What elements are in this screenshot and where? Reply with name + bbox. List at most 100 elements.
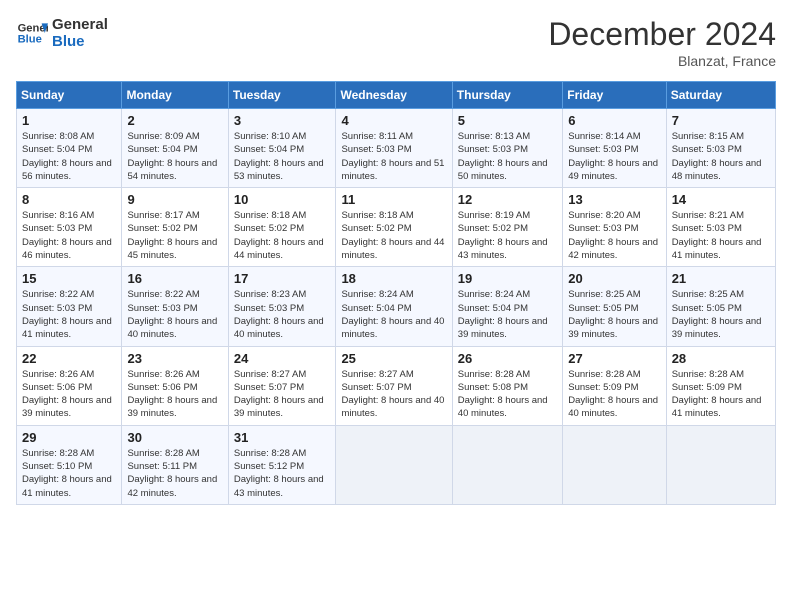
- day-info: Sunrise: 8:10 AMSunset: 5:04 PMDaylight:…: [234, 130, 331, 183]
- calendar-cell: 2 Sunrise: 8:09 AMSunset: 5:04 PMDayligh…: [122, 109, 228, 188]
- calendar-week-2: 8 Sunrise: 8:16 AMSunset: 5:03 PMDayligh…: [17, 188, 776, 267]
- calendar-cell: 23 Sunrise: 8:26 AMSunset: 5:06 PMDaylig…: [122, 346, 228, 425]
- calendar-cell: [452, 425, 562, 504]
- logo-general: General: [52, 16, 108, 33]
- calendar-cell: [563, 425, 666, 504]
- day-info: Sunrise: 8:08 AMSunset: 5:04 PMDaylight:…: [22, 130, 116, 183]
- calendar-cell: 22 Sunrise: 8:26 AMSunset: 5:06 PMDaylig…: [17, 346, 122, 425]
- day-number: 8: [22, 192, 116, 207]
- calendar-cell: 31 Sunrise: 8:28 AMSunset: 5:12 PMDaylig…: [228, 425, 336, 504]
- day-number: 18: [341, 271, 446, 286]
- calendar-cell: 24 Sunrise: 8:27 AMSunset: 5:07 PMDaylig…: [228, 346, 336, 425]
- day-info: Sunrise: 8:19 AMSunset: 5:02 PMDaylight:…: [458, 209, 557, 262]
- logo-icon: General Blue: [16, 17, 48, 49]
- calendar-cell: 13 Sunrise: 8:20 AMSunset: 5:03 PMDaylig…: [563, 188, 666, 267]
- day-number: 7: [672, 113, 770, 128]
- day-number: 1: [22, 113, 116, 128]
- day-info: Sunrise: 8:17 AMSunset: 5:02 PMDaylight:…: [127, 209, 222, 262]
- day-number: 12: [458, 192, 557, 207]
- calendar-cell: 29 Sunrise: 8:28 AMSunset: 5:10 PMDaylig…: [17, 425, 122, 504]
- day-number: 9: [127, 192, 222, 207]
- day-info: Sunrise: 8:09 AMSunset: 5:04 PMDaylight:…: [127, 130, 222, 183]
- calendar-cell: 11 Sunrise: 8:18 AMSunset: 5:02 PMDaylig…: [336, 188, 452, 267]
- col-sunday: Sunday: [17, 82, 122, 109]
- svg-text:Blue: Blue: [18, 34, 42, 46]
- day-number: 6: [568, 113, 660, 128]
- day-number: 13: [568, 192, 660, 207]
- day-number: 23: [127, 351, 222, 366]
- day-info: Sunrise: 8:22 AMSunset: 5:03 PMDaylight:…: [127, 288, 222, 341]
- day-info: Sunrise: 8:25 AMSunset: 5:05 PMDaylight:…: [672, 288, 770, 341]
- day-number: 19: [458, 271, 557, 286]
- day-number: 11: [341, 192, 446, 207]
- col-monday: Monday: [122, 82, 228, 109]
- calendar-cell: 26 Sunrise: 8:28 AMSunset: 5:08 PMDaylig…: [452, 346, 562, 425]
- day-info: Sunrise: 8:28 AMSunset: 5:09 PMDaylight:…: [568, 368, 660, 421]
- day-info: Sunrise: 8:18 AMSunset: 5:02 PMDaylight:…: [234, 209, 331, 262]
- calendar-cell: 10 Sunrise: 8:18 AMSunset: 5:02 PMDaylig…: [228, 188, 336, 267]
- calendar-cell: 18 Sunrise: 8:24 AMSunset: 5:04 PMDaylig…: [336, 267, 452, 346]
- calendar-cell: 6 Sunrise: 8:14 AMSunset: 5:03 PMDayligh…: [563, 109, 666, 188]
- calendar-cell: 30 Sunrise: 8:28 AMSunset: 5:11 PMDaylig…: [122, 425, 228, 504]
- col-friday: Friday: [563, 82, 666, 109]
- day-info: Sunrise: 8:27 AMSunset: 5:07 PMDaylight:…: [234, 368, 331, 421]
- calendar-week-3: 15 Sunrise: 8:22 AMSunset: 5:03 PMDaylig…: [17, 267, 776, 346]
- day-number: 30: [127, 430, 222, 445]
- calendar-cell: 3 Sunrise: 8:10 AMSunset: 5:04 PMDayligh…: [228, 109, 336, 188]
- calendar-week-5: 29 Sunrise: 8:28 AMSunset: 5:10 PMDaylig…: [17, 425, 776, 504]
- calendar-cell: [666, 425, 775, 504]
- col-tuesday: Tuesday: [228, 82, 336, 109]
- day-info: Sunrise: 8:13 AMSunset: 5:03 PMDaylight:…: [458, 130, 557, 183]
- day-info: Sunrise: 8:11 AMSunset: 5:03 PMDaylight:…: [341, 130, 446, 183]
- day-info: Sunrise: 8:24 AMSunset: 5:04 PMDaylight:…: [458, 288, 557, 341]
- calendar-cell: 7 Sunrise: 8:15 AMSunset: 5:03 PMDayligh…: [666, 109, 775, 188]
- day-number: 28: [672, 351, 770, 366]
- calendar-header-row: Sunday Monday Tuesday Wednesday Thursday…: [17, 82, 776, 109]
- calendar-cell: 17 Sunrise: 8:23 AMSunset: 5:03 PMDaylig…: [228, 267, 336, 346]
- day-info: Sunrise: 8:21 AMSunset: 5:03 PMDaylight:…: [672, 209, 770, 262]
- day-number: 26: [458, 351, 557, 366]
- day-info: Sunrise: 8:18 AMSunset: 5:02 PMDaylight:…: [341, 209, 446, 262]
- calendar-cell: 19 Sunrise: 8:24 AMSunset: 5:04 PMDaylig…: [452, 267, 562, 346]
- col-thursday: Thursday: [452, 82, 562, 109]
- calendar-cell: 14 Sunrise: 8:21 AMSunset: 5:03 PMDaylig…: [666, 188, 775, 267]
- day-info: Sunrise: 8:14 AMSunset: 5:03 PMDaylight:…: [568, 130, 660, 183]
- day-info: Sunrise: 8:24 AMSunset: 5:04 PMDaylight:…: [341, 288, 446, 341]
- calendar-table: Sunday Monday Tuesday Wednesday Thursday…: [16, 81, 776, 505]
- day-info: Sunrise: 8:26 AMSunset: 5:06 PMDaylight:…: [22, 368, 116, 421]
- day-number: 16: [127, 271, 222, 286]
- day-info: Sunrise: 8:25 AMSunset: 5:05 PMDaylight:…: [568, 288, 660, 341]
- day-number: 31: [234, 430, 331, 445]
- calendar-cell: 16 Sunrise: 8:22 AMSunset: 5:03 PMDaylig…: [122, 267, 228, 346]
- calendar-cell: 9 Sunrise: 8:17 AMSunset: 5:02 PMDayligh…: [122, 188, 228, 267]
- logo: General Blue General Blue: [16, 16, 108, 50]
- calendar-cell: [336, 425, 452, 504]
- day-info: Sunrise: 8:15 AMSunset: 5:03 PMDaylight:…: [672, 130, 770, 183]
- calendar-cell: 27 Sunrise: 8:28 AMSunset: 5:09 PMDaylig…: [563, 346, 666, 425]
- calendar-cell: 15 Sunrise: 8:22 AMSunset: 5:03 PMDaylig…: [17, 267, 122, 346]
- col-saturday: Saturday: [666, 82, 775, 109]
- day-number: 4: [341, 113, 446, 128]
- calendar-cell: 8 Sunrise: 8:16 AMSunset: 5:03 PMDayligh…: [17, 188, 122, 267]
- day-info: Sunrise: 8:26 AMSunset: 5:06 PMDaylight:…: [127, 368, 222, 421]
- day-info: Sunrise: 8:22 AMSunset: 5:03 PMDaylight:…: [22, 288, 116, 341]
- calendar-cell: 21 Sunrise: 8:25 AMSunset: 5:05 PMDaylig…: [666, 267, 775, 346]
- day-number: 29: [22, 430, 116, 445]
- day-info: Sunrise: 8:27 AMSunset: 5:07 PMDaylight:…: [341, 368, 446, 421]
- day-info: Sunrise: 8:20 AMSunset: 5:03 PMDaylight:…: [568, 209, 660, 262]
- day-info: Sunrise: 8:28 AMSunset: 5:11 PMDaylight:…: [127, 447, 222, 500]
- page-header: General Blue General Blue December 2024 …: [16, 16, 776, 69]
- day-info: Sunrise: 8:28 AMSunset: 5:08 PMDaylight:…: [458, 368, 557, 421]
- month-title: December 2024: [548, 16, 776, 53]
- logo-blue: Blue: [52, 33, 108, 50]
- calendar-cell: 12 Sunrise: 8:19 AMSunset: 5:02 PMDaylig…: [452, 188, 562, 267]
- day-number: 10: [234, 192, 331, 207]
- day-number: 25: [341, 351, 446, 366]
- day-number: 5: [458, 113, 557, 128]
- col-wednesday: Wednesday: [336, 82, 452, 109]
- day-number: 17: [234, 271, 331, 286]
- calendar-cell: 1 Sunrise: 8:08 AMSunset: 5:04 PMDayligh…: [17, 109, 122, 188]
- calendar-cell: 4 Sunrise: 8:11 AMSunset: 5:03 PMDayligh…: [336, 109, 452, 188]
- day-number: 15: [22, 271, 116, 286]
- title-block: December 2024 Blanzat, France: [548, 16, 776, 69]
